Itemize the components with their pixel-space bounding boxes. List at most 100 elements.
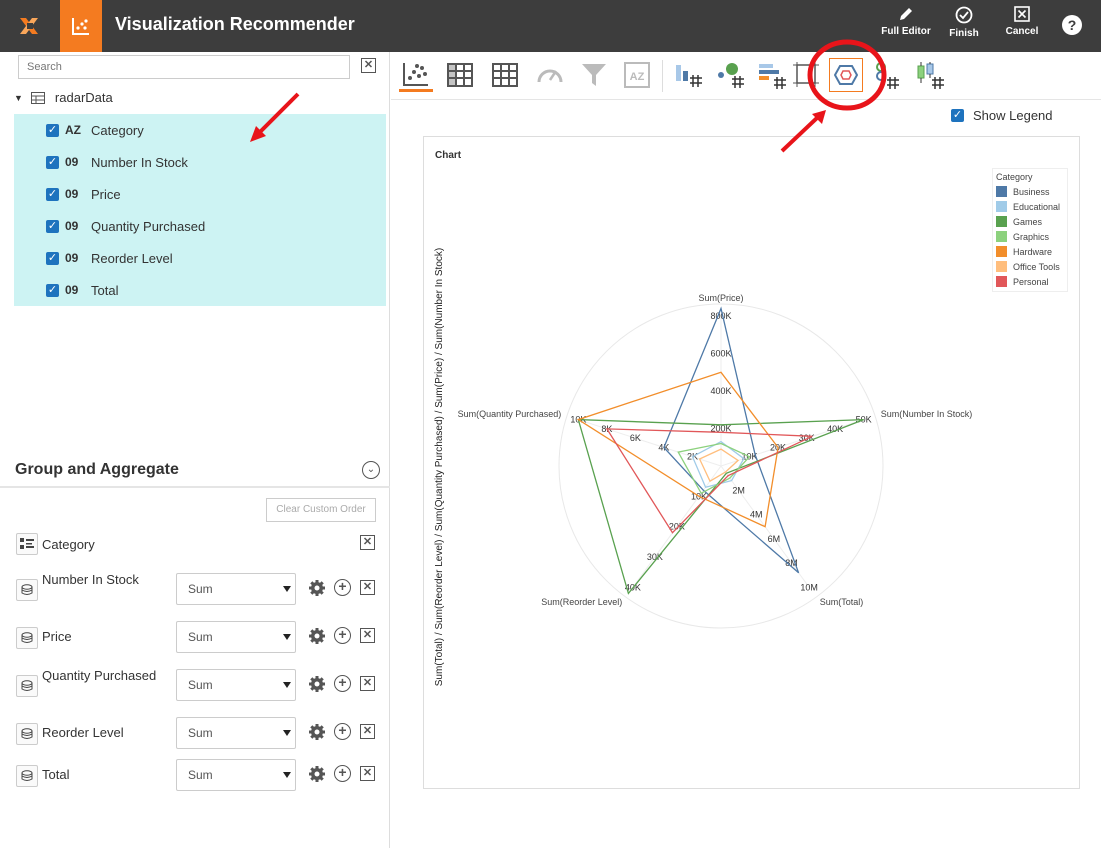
legend-item[interactable]: Office Tools [996,261,1060,272]
box-plot-icon[interactable] [913,58,947,92]
bubble-chart-table-icon[interactable] [713,58,747,92]
remove-aggregate-icon[interactable]: ✕ [360,580,375,595]
clear-custom-order-button[interactable]: Clear Custom Order [266,498,376,522]
full-editor-button[interactable]: Full Editor [878,6,934,46]
checkbox-icon[interactable]: ✓ [46,123,59,137]
top-bar: Visualization Recommender Full Editor Fi… [0,0,1101,52]
remove-aggregate-icon[interactable]: ✕ [360,766,375,781]
gear-icon[interactable] [308,765,326,783]
legend-label: Graphics [1013,231,1050,242]
aggregate-select-value: Sum [188,678,213,692]
radar-axis-label: Sum(Number In Stock) [881,409,973,419]
svg-text:AZ: AZ [630,71,645,83]
filter-icon[interactable] [577,58,611,92]
close-box-icon [1014,6,1030,22]
horizontal-bar-table-icon[interactable] [755,58,789,92]
legend-label: Business [1013,186,1050,197]
table-grid-icon[interactable] [488,58,522,92]
field-item-category[interactable]: ✓ AZ Category [46,120,144,140]
gear-icon[interactable] [308,627,326,645]
finish-button[interactable]: Finish [936,6,992,46]
aggregate-row-total: Total Sum + ✕ [16,756,386,796]
checkbox-icon[interactable]: ✓ [46,155,59,169]
aggregate-select[interactable]: Sum [176,621,296,653]
group-row-category: Category ✕ [16,532,386,572]
field-item-number-in-stock[interactable]: ✓ 09 Number In Stock [46,152,188,172]
add-icon[interactable]: + [334,627,351,644]
gear-icon[interactable] [308,723,326,741]
chain-chart-icon[interactable] [869,58,903,92]
bar-chart-table-icon[interactable] [671,58,705,92]
clear-search-icon[interactable]: ✕ [361,58,376,73]
field-type-number-icon: 09 [65,187,79,201]
add-icon[interactable]: + [334,675,351,692]
crosstab-icon[interactable] [443,58,477,92]
field-item-quantity-purchased[interactable]: ✓ 09 Quantity Purchased [46,216,205,236]
show-legend-checkbox[interactable]: ✓ Show Legend [951,108,1053,123]
group-aggregate-title: Group and Aggregate [15,461,179,478]
checkbox-icon[interactable]: ✓ [46,283,59,297]
gear-icon[interactable] [308,579,326,597]
remove-group-icon[interactable]: ✕ [360,535,375,550]
legend-item[interactable]: Hardware [996,246,1052,257]
field-item-reorder-level[interactable]: ✓ 09 Reorder Level [46,248,173,268]
add-icon[interactable]: + [334,579,351,596]
field-type-number-icon: 09 [65,283,79,297]
add-icon[interactable]: + [334,723,351,740]
aggregate-select-value: Sum [188,630,213,644]
field-list: ✓ AZ Category ✓ 09 Number In Stock ✓ 09 … [14,114,386,306]
legend-label: Personal [1013,276,1049,287]
aggregate-select[interactable]: Sum [176,759,296,791]
field-item-price[interactable]: ✓ 09 Price [46,184,121,204]
dropdown-arrow-icon [283,586,291,592]
checkbox-icon[interactable]: ✓ [46,187,59,201]
table-icon [30,91,45,104]
aggregate-row-label: Total [42,767,70,782]
scatter-chart-icon[interactable] [399,58,433,92]
remove-aggregate-icon[interactable]: ✕ [360,628,375,643]
legend-item[interactable]: Educational [996,201,1060,212]
aggregate-row-label: Number In Stock [42,572,139,587]
remove-aggregate-icon[interactable]: ✕ [360,724,375,739]
radar-chart: 200K400K600K800KSum(Price)10K20K30K40K50… [458,293,973,629]
checkbox-icon[interactable]: ✓ [46,251,59,265]
pencil-icon [900,8,912,20]
dropdown-arrow-icon [283,730,291,736]
field-item-total[interactable]: ✓ 09 Total [46,280,118,300]
aggregate-select-value: Sum [188,726,213,740]
field-type-number-icon: 09 [65,251,79,265]
data-source-node[interactable]: ▼ radarData [14,90,113,105]
radar-tick-label: 800K [710,311,731,321]
legend-item[interactable]: Personal [996,276,1049,287]
aggregate-select[interactable]: Sum [176,573,296,605]
gauge-icon[interactable] [533,58,567,92]
checkbox-icon[interactable]: ✓ [951,109,964,122]
legend-label: Games [1013,216,1043,227]
aggregate-row-label: Price [42,629,72,644]
aggregate-icon [16,723,38,745]
collapse-icon[interactable]: ⌄ [362,461,380,479]
search-input[interactable] [18,55,350,79]
field-type-number-icon: 09 [65,155,79,169]
legend-item[interactable]: Business [996,186,1050,197]
chart-legend: Category Business Educational Games Graphic… [992,168,1068,292]
help-icon[interactable]: ? [1062,15,1082,35]
gear-icon[interactable] [308,675,326,693]
cancel-button[interactable]: Cancel [994,6,1050,46]
remove-aggregate-icon[interactable]: ✕ [360,676,375,691]
add-icon[interactable]: + [334,765,351,782]
text-az-icon[interactable]: AZ [620,58,654,92]
aggregate-row-number-in-stock: Number In Stock Sum + ✕ [16,570,386,610]
aggregate-select[interactable]: Sum [176,717,296,749]
checkbox-icon[interactable]: ✓ [46,219,59,233]
cancel-label: Cancel [1005,26,1039,37]
legend-item[interactable]: Games [996,216,1042,227]
legend-item[interactable]: Graphics [996,231,1049,242]
box-select-icon[interactable] [789,58,823,92]
aggregate-select[interactable]: Sum [176,669,296,701]
app-logo-icon[interactable] [0,0,60,52]
field-label: Number In Stock [91,154,188,170]
radar-chart-icon[interactable] [829,58,863,92]
data-source-label: radarData [54,90,113,105]
tree-expand-icon[interactable]: ▼ [14,93,23,103]
